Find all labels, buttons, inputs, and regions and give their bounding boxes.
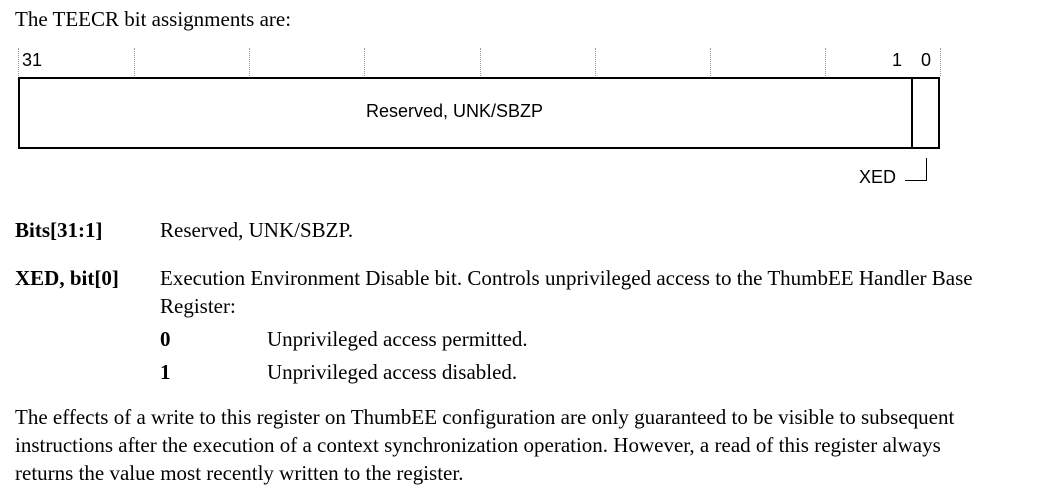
field-description-xed-continued: Register:: [160, 294, 236, 318]
footer-paragraph-line: The effects of a write to this register …: [15, 405, 955, 429]
field-description-reserved: Reserved, UNK/SBZP.: [160, 218, 354, 242]
xed-leader-line: [926, 158, 927, 180]
value-meaning: Unprivileged access permitted.: [267, 327, 528, 351]
footer-paragraph-line: returns the value most recently written …: [15, 461, 464, 485]
bit-tick: [825, 48, 826, 76]
xed-leader-line: [905, 180, 927, 181]
value-meaning: Unprivileged access disabled.: [267, 360, 518, 384]
bit-number-0: 0: [921, 50, 932, 70]
reserved-field-label: Reserved, UNK/SBZP: [366, 101, 544, 121]
value-code: 1: [160, 360, 171, 384]
bit-tick: [940, 48, 941, 76]
footer-paragraph-line: instructions after the execution of a co…: [15, 433, 941, 457]
xed-field-label: XED: [859, 167, 897, 187]
field-name-xed: XED, bit[0]: [15, 266, 119, 290]
bit-tick: [134, 48, 135, 76]
bit-tick: [480, 48, 481, 76]
register-diagram: 31 1 0 Reserved, UNK/SBZP XED: [0, 0, 1058, 200]
field-description-xed: Execution Environment Disable bit. Contr…: [160, 266, 973, 290]
bit-number-1: 1: [892, 50, 903, 70]
bit-number-31: 31: [22, 50, 43, 70]
bit-tick: [18, 48, 19, 76]
field-name-reserved: Bits[31:1]: [15, 218, 103, 242]
bit-tick: [364, 48, 365, 76]
bit-tick: [710, 48, 711, 76]
field-divider: [911, 77, 913, 149]
bit-tick: [595, 48, 596, 76]
value-code: 0: [160, 327, 171, 351]
bit-tick: [249, 48, 250, 76]
